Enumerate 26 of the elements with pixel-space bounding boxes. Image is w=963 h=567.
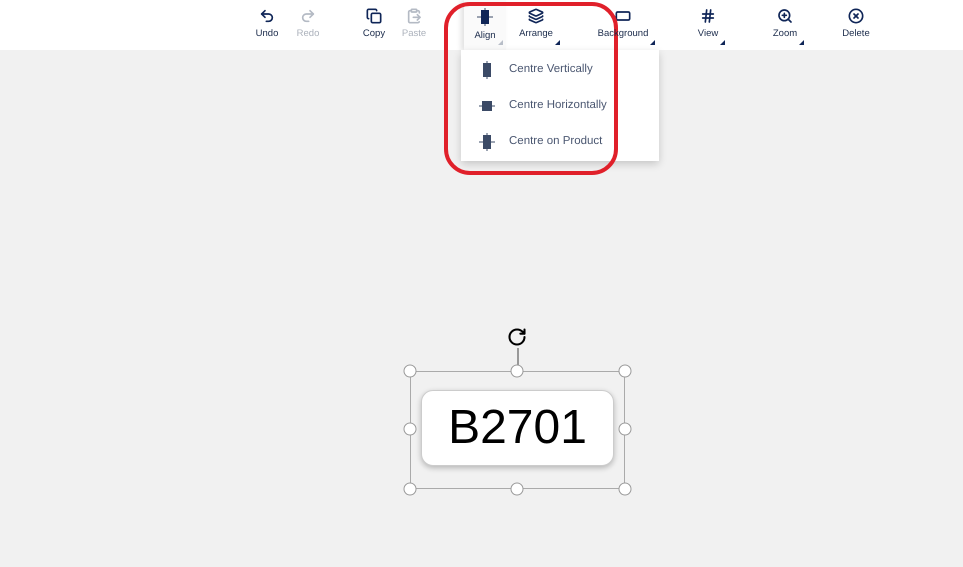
menu-item[interactable]: Centre Horizontally xyxy=(461,88,659,124)
paste-icon xyxy=(406,8,422,24)
align-product-icon xyxy=(479,133,495,151)
align-button[interactable]: Align xyxy=(464,0,506,50)
resize-handle[interactable] xyxy=(404,364,416,378)
resize-handle[interactable] xyxy=(618,422,632,436)
resize-handle[interactable] xyxy=(618,482,632,496)
zoom-in-icon xyxy=(777,8,793,24)
layers-icon xyxy=(528,8,544,24)
resize-handle[interactable] xyxy=(510,482,524,496)
undo-icon xyxy=(259,8,275,24)
close-icon xyxy=(848,8,864,24)
align-icon xyxy=(477,8,493,26)
grid-icon xyxy=(700,8,716,24)
label-card[interactable]: B2701 xyxy=(421,390,614,466)
resize-handle[interactable] xyxy=(404,482,416,496)
menu-item[interactable]: Centre on Product xyxy=(461,124,659,160)
label-text: B2701 xyxy=(448,404,587,452)
redo-icon xyxy=(300,8,316,24)
resize-handle[interactable] xyxy=(404,422,416,436)
menu-item[interactable]: Centre Vertically xyxy=(461,52,659,88)
resize-handle[interactable] xyxy=(510,364,524,378)
resize-handle[interactable] xyxy=(618,364,632,378)
copy-icon xyxy=(366,8,382,24)
rotate-handle-icon[interactable] xyxy=(507,327,527,347)
rectangle-icon xyxy=(615,8,631,24)
